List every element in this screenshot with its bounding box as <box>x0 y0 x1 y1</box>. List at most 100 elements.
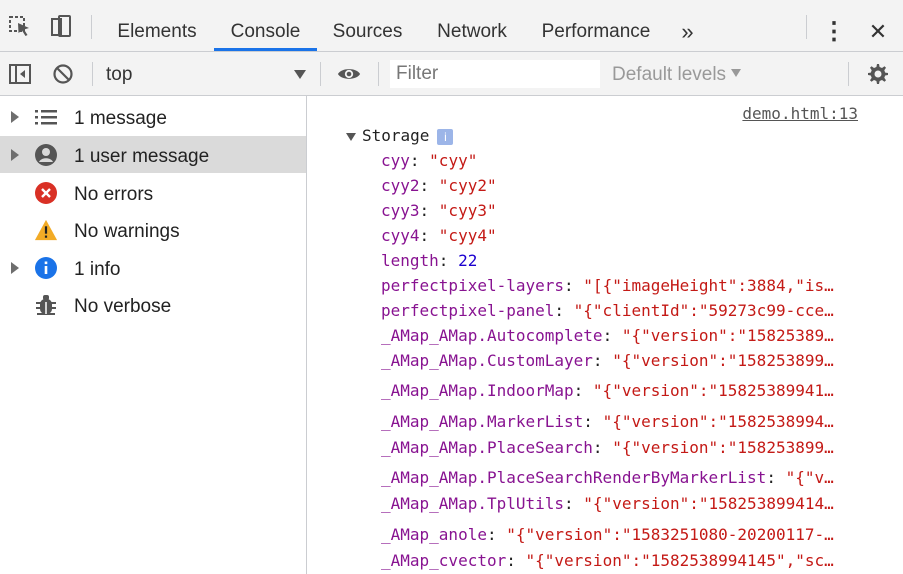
error-icon <box>34 181 58 205</box>
property-colon: : <box>419 201 439 220</box>
source-link[interactable]: demo.html:13 <box>742 104 858 123</box>
property-value: "{"version":"158253899… <box>612 351 834 370</box>
property-colon: : <box>506 551 526 570</box>
property-key: _AMap_anole <box>381 525 487 544</box>
object-property[interactable]: cyy3: "cyy3" <box>381 201 876 220</box>
property-colon: : <box>766 468 786 487</box>
object-property[interactable]: _AMap_AMap.CustomLayer: "{"version":"158… <box>381 351 876 370</box>
tab-console[interactable]: Console <box>214 0 317 51</box>
object-property[interactable]: perfectpixel-layers: "[{"imageHeight":38… <box>381 276 876 295</box>
property-value: "{"version":"1582538994145","sc… <box>525 551 834 570</box>
log-levels-dropdown[interactable]: Default levels <box>612 64 726 86</box>
sidebar-item-label: No warnings <box>74 221 180 242</box>
property-value: "{"version":"15825389941… <box>592 381 834 400</box>
inspect-element-icon[interactable] <box>8 14 32 38</box>
filter-input[interactable] <box>390 60 602 88</box>
close-icon[interactable]: ✕ <box>862 0 894 51</box>
property-key: _AMap_AMap.CustomLayer <box>381 351 593 370</box>
sidebar-item-user-messages[interactable]: 1 user message <box>0 136 306 173</box>
toolbar-divider <box>848 62 849 86</box>
object-info-icon[interactable]: i <box>437 128 454 145</box>
property-colon: : <box>438 251 459 270</box>
object-property[interactable]: cyy2: "cyy2" <box>381 176 876 195</box>
property-colon: : <box>564 494 584 513</box>
property-key: cyy2 <box>381 176 420 195</box>
property-value: "{"version":"1583251080-20200117-… <box>506 525 834 544</box>
property-value: "cyy2" <box>438 176 497 195</box>
object-property[interactable]: length: 22 <box>381 251 876 270</box>
collapse-triangle-icon[interactable] <box>346 132 356 141</box>
sidebar-item-verbose[interactable]: No verbose <box>0 286 306 323</box>
sidebar-item-label: 1 message <box>74 108 167 129</box>
info-icon <box>34 256 58 280</box>
property-value: "cyy" <box>429 151 478 170</box>
property-colon: : <box>583 412 603 431</box>
property-key: _AMap_AMap.Autocomplete <box>381 326 603 345</box>
toolbar-divider <box>92 62 93 86</box>
tab-performance[interactable]: Performance <box>531 0 661 51</box>
object-property[interactable]: perfectpixel-panel: "{"clientId":"59273c… <box>381 301 876 320</box>
property-key: perfectpixel-layers <box>381 276 565 295</box>
object-property[interactable]: _AMap_AMap.IndoorMap: "{"version":"15825… <box>381 381 876 400</box>
property-value: "cyy3" <box>438 201 497 220</box>
expand-arrow-icon[interactable] <box>11 111 19 123</box>
object-name: Storage <box>362 126 430 145</box>
sidebar-item-errors[interactable]: No errors <box>0 174 306 211</box>
tab-sources[interactable]: Sources <box>322 0 413 51</box>
object-property[interactable]: _AMap_AMap.PlaceSearch: "{"version":"158… <box>381 438 876 457</box>
object-property[interactable]: cyy4: "cyy4" <box>381 226 876 245</box>
property-key: cyy4 <box>381 226 420 245</box>
object-property[interactable]: _AMap_AMap.PlaceSearchRenderByMarkerList… <box>381 468 876 487</box>
property-colon: : <box>554 301 574 320</box>
tab-elements[interactable]: Elements <box>105 0 209 51</box>
expand-arrow-icon[interactable] <box>11 262 19 274</box>
show-sidebar-icon[interactable] <box>8 62 32 86</box>
filter-box <box>390 60 602 88</box>
property-value: "{"version":"1582538994… <box>602 412 834 431</box>
object-property[interactable]: _AMap_AMap.MarkerList: "{"version":"1582… <box>381 412 876 431</box>
property-key: _AMap_AMap.PlaceSearchRenderByMarkerList <box>381 468 767 487</box>
context-selector[interactable]: top <box>106 64 132 86</box>
property-value: "{"v… <box>785 468 834 487</box>
expand-arrow-icon[interactable] <box>11 149 19 161</box>
property-colon: : <box>419 176 439 195</box>
property-colon: : <box>419 226 439 245</box>
toolbar-divider <box>806 15 807 39</box>
live-expression-eye-icon[interactable] <box>337 62 361 86</box>
object-property[interactable]: _AMap_cvector: "{"version":"158253899414… <box>381 551 876 570</box>
object-property[interactable]: _AMap_anole: "{"version":"1583251080-202… <box>381 525 876 544</box>
property-key: cyy3 <box>381 201 420 220</box>
property-key: _AMap_AMap.IndoorMap <box>381 381 574 400</box>
bug-icon <box>34 293 58 317</box>
devtools-tabbar: Elements Console Sources Network Perform… <box>0 0 903 52</box>
property-key: _AMap_AMap.TplUtils <box>381 494 565 513</box>
console-settings-gear-icon[interactable] <box>866 62 890 86</box>
levels-chevron-down-icon[interactable] <box>731 69 741 77</box>
clear-console-icon[interactable] <box>51 62 75 86</box>
property-value: "{"clientId":"59273c99-cce… <box>573 301 834 320</box>
sidebar-item-label: 1 info <box>74 259 121 280</box>
object-property[interactable]: _AMap_AMap.TplUtils: "{"version":"158253… <box>381 494 876 513</box>
sidebar-item-messages[interactable]: 1 message <box>0 98 306 135</box>
toolbar-divider <box>378 62 379 86</box>
toolbar-divider <box>320 62 321 86</box>
list-icon <box>34 105 58 129</box>
sidebar-item-info[interactable]: 1 info <box>0 249 306 286</box>
object-header[interactable]: Storage i <box>346 126 454 145</box>
property-key: _AMap_AMap.MarkerList <box>381 412 584 431</box>
tab-network[interactable]: Network <box>423 0 521 51</box>
more-tabs-icon[interactable]: » <box>670 0 705 51</box>
property-colon: : <box>573 381 593 400</box>
device-toolbar-icon[interactable] <box>49 14 73 38</box>
sidebar-item-warnings[interactable]: No warnings <box>0 211 306 248</box>
object-property[interactable]: cyy: "cyy" <box>381 151 876 170</box>
property-value: "{"version":"158253899414… <box>583 494 834 513</box>
property-colon: : <box>602 326 622 345</box>
object-property[interactable]: _AMap_AMap.Autocomplete: "{"version":"15… <box>381 326 876 345</box>
customize-menu-icon[interactable]: ⋮ <box>820 0 848 51</box>
property-key: length <box>381 251 439 270</box>
property-value: 22 <box>458 251 478 270</box>
context-dropdown-icon[interactable] <box>294 70 306 79</box>
property-key: cyy <box>381 151 410 170</box>
property-colon: : <box>564 276 584 295</box>
